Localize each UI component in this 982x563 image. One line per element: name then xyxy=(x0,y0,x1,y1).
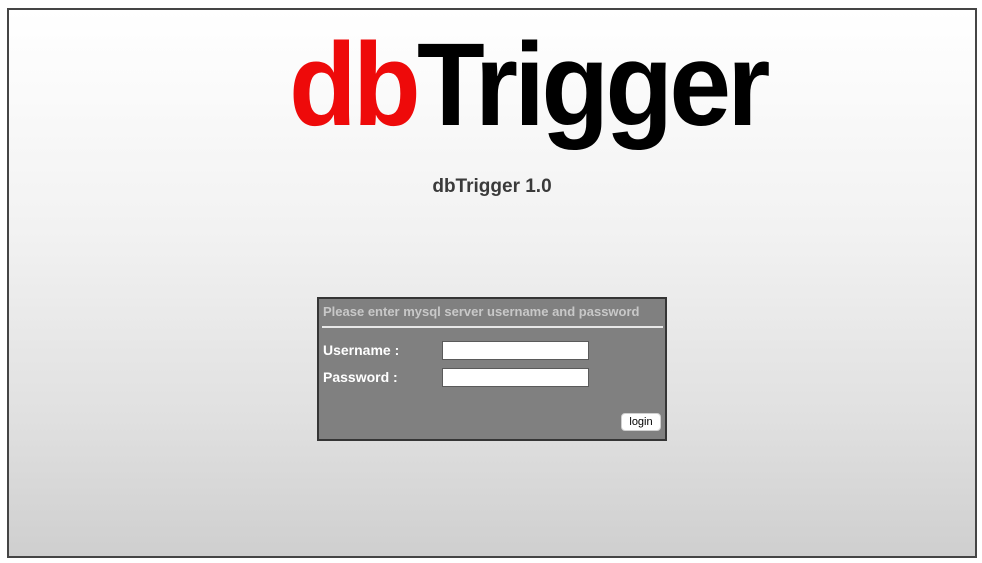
app-logo: dbTrigger xyxy=(289,26,770,156)
username-input[interactable] xyxy=(442,341,589,360)
login-instructions: Please enter mysql server username and p… xyxy=(323,304,640,319)
username-label: Username : xyxy=(323,342,400,358)
page-frame: dbTrigger dbTrigger 1.0 Please enter mys… xyxy=(7,8,977,558)
login-panel: Please enter mysql server username and p… xyxy=(317,297,667,441)
logo-trigger-text: Trigger xyxy=(417,19,770,151)
version-title: dbTrigger 1.0 xyxy=(432,176,552,197)
login-divider xyxy=(322,326,663,328)
password-input[interactable] xyxy=(442,368,589,387)
logo-db-text: db xyxy=(289,19,421,151)
login-button[interactable]: login xyxy=(621,413,661,431)
password-label: Password : xyxy=(323,369,398,385)
